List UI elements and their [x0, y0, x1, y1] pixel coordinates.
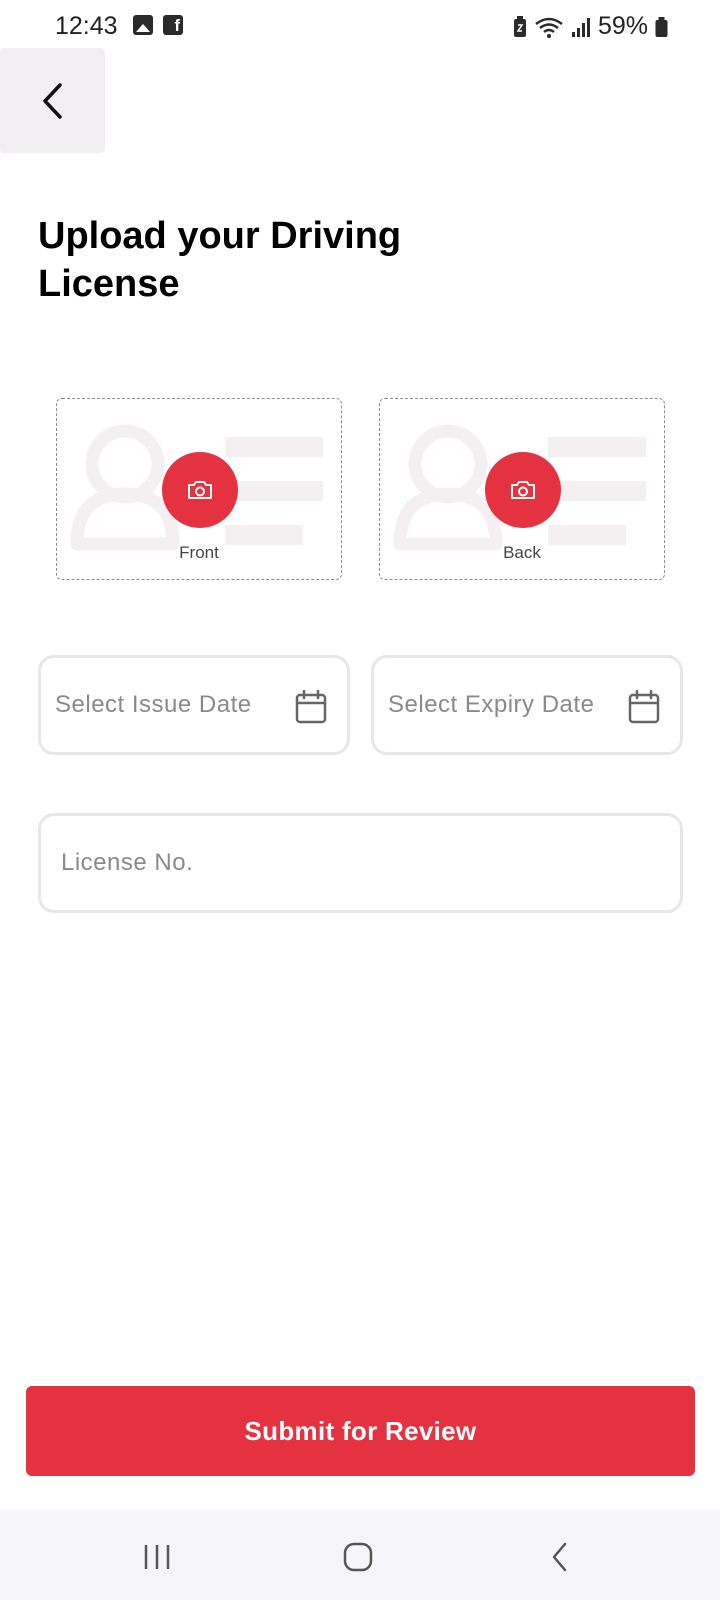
calendar-icon	[628, 690, 660, 724]
recents-icon	[144, 1545, 170, 1569]
back-button[interactable]	[0, 48, 105, 153]
gallery-icon	[133, 15, 153, 35]
back-icon	[552, 1542, 567, 1572]
battery-percentage: 59%	[597, 12, 648, 40]
status-right-icons: 59%	[513, 12, 668, 41]
issue-date-input[interactable]	[41, 691, 281, 719]
upload-front-label: Front	[179, 543, 219, 562]
expiry-date-input[interactable]	[374, 691, 614, 719]
page-title: Upload your Driving License	[38, 215, 402, 305]
calendar-icon	[295, 690, 327, 724]
camera-button-back[interactable]	[485, 452, 561, 528]
status-left-icons: f	[133, 15, 183, 35]
home-icon	[343, 1542, 373, 1572]
system-nav-bar	[0, 1510, 720, 1600]
license-number-field[interactable]	[38, 813, 683, 913]
home-button[interactable]	[328, 1532, 388, 1582]
upload-back-box[interactable]: Back	[379, 398, 665, 580]
issue-date-field[interactable]	[38, 655, 350, 755]
submit-for-review-button[interactable]: Submit for Review	[26, 1386, 695, 1476]
expiry-date-field[interactable]	[371, 655, 683, 755]
battery-icon	[655, 16, 668, 37]
chevron-left-icon	[42, 82, 62, 119]
camera-icon	[511, 481, 535, 499]
license-number-input[interactable]	[41, 849, 641, 877]
camera-icon	[188, 481, 212, 499]
facebook-icon: f	[163, 15, 183, 35]
nav-back-button[interactable]	[530, 1532, 590, 1582]
wifi-icon	[535, 17, 563, 38]
upload-back-label: Back	[503, 543, 541, 562]
status-bar: 12:43 f 59%	[0, 0, 720, 50]
status-time: 12:43	[55, 12, 118, 40]
camera-button-front[interactable]	[162, 452, 238, 528]
battery-saver-icon	[513, 15, 526, 37]
signal-icon	[571, 17, 590, 37]
recents-button[interactable]	[127, 1532, 187, 1582]
upload-front-box[interactable]: Front	[56, 398, 342, 580]
